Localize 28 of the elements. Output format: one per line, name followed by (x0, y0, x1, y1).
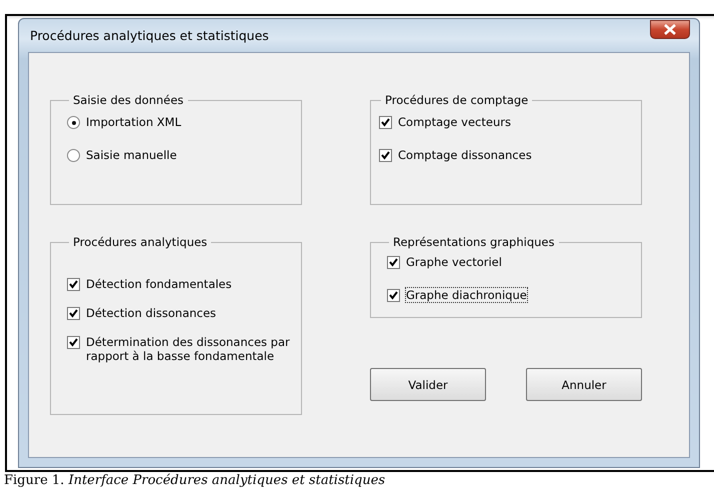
option-label[interactable]: Graphe diachronique (405, 287, 528, 303)
checkbox[interactable] (387, 256, 400, 269)
group-title: Saisie des données (72, 93, 185, 107)
radio-button[interactable] (67, 116, 80, 129)
checkbox[interactable] (67, 336, 80, 349)
checkbox[interactable] (379, 116, 392, 129)
checkbox[interactable] (67, 307, 80, 320)
checkbox[interactable] (67, 278, 80, 291)
option-label[interactable]: Graphe vectoriel (405, 254, 503, 270)
radio-button[interactable] (67, 149, 80, 162)
checkbox[interactable] (379, 149, 392, 162)
group-title: Représentations graphiques (392, 235, 556, 249)
group-title: Procédures analytiques (72, 235, 208, 249)
close-button[interactable] (650, 20, 690, 39)
dialog-button[interactable]: Valider (370, 368, 486, 401)
option-label[interactable]: Comptage vecteurs (397, 114, 512, 130)
option-label[interactable]: Comptage dissonances (397, 147, 533, 163)
group-title: Procédures de comptage (384, 93, 530, 107)
figure-caption: Figure 1. Interface Procédures analytiques et statistiques (4, 473, 386, 488)
window-title: Procédures analytiques et statistiques (29, 28, 269, 43)
close-icon (663, 24, 677, 35)
option-label[interactable]: Saisie manuelle (85, 147, 178, 163)
checkbox[interactable] (387, 289, 400, 302)
option-label[interactable]: Détection fondamentales (85, 276, 233, 292)
option-label[interactable]: Importation XML (85, 114, 182, 130)
option-label[interactable]: Détection dissonances (85, 305, 218, 321)
option-label[interactable]: Détermination des dissonances par rapport à la basse fondamentale (85, 334, 291, 364)
dialog-button[interactable]: Annuler (526, 368, 642, 401)
